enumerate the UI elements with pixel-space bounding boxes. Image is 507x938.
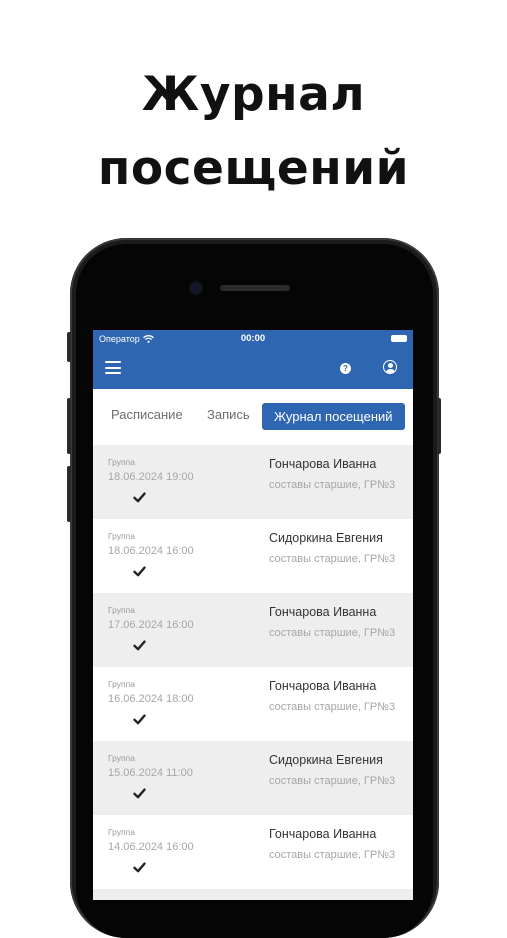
battery-icon (391, 335, 407, 342)
entry-details: составы старшие, ГР№3 (269, 479, 396, 491)
entry-datetime: 16.06.2024 18:00 (108, 693, 194, 705)
app-header: ? (93, 347, 413, 389)
entry-details: составы старшие, ГР№3 (269, 849, 396, 861)
front-camera (190, 282, 202, 294)
entry-name: Гончарова Иванна (269, 679, 377, 693)
checkmark-icon (133, 788, 146, 799)
group-label: Группа (108, 531, 135, 541)
earpiece-speaker (220, 285, 290, 291)
attendance-list: Группа 18.06.2024 19:00 Гончарова Иванна… (93, 445, 413, 900)
status-bar: Оператор 00:00 (93, 330, 413, 347)
entry-name: Сидоркина Евгения (269, 753, 383, 767)
app-screen: Оператор 00:00 ? Расписание Запись Журна… (93, 330, 413, 900)
phone-volume-up (67, 398, 71, 454)
entry-details: составы старшие, ГР№3 (269, 627, 396, 639)
headline-line-1: Журнал (141, 67, 366, 122)
tab-schedule[interactable]: Расписание (111, 405, 183, 425)
entry-datetime: 17.06.2024 16:00 (108, 619, 194, 631)
tab-booking[interactable]: Запись (207, 405, 250, 425)
list-item[interactable]: Группа 14.06.2024 16:00 Гончарова Иванна… (93, 815, 413, 889)
phone-mute-switch (67, 332, 71, 362)
group-label: Группа (108, 753, 135, 763)
list-item[interactable]: Группа 18.06.2024 16:00 Сидоркина Евгени… (93, 519, 413, 593)
entry-datetime: 15.06.2024 11:00 (108, 767, 193, 779)
checkmark-icon (133, 492, 146, 503)
list-item-partial[interactable] (93, 889, 413, 900)
hamburger-menu-icon[interactable] (105, 361, 121, 374)
group-label: Группа (108, 457, 135, 467)
entry-datetime: 18.06.2024 19:00 (108, 471, 194, 483)
entry-name: Гончарова Иванна (269, 457, 377, 471)
headline-line-2: посещений (97, 141, 410, 196)
entry-details: составы старшие, ГР№3 (269, 701, 396, 713)
entry-datetime: 18.06.2024 16:00 (108, 545, 194, 557)
entry-datetime: 14.06.2024 16:00 (108, 841, 194, 853)
group-label: Группа (108, 679, 135, 689)
checkmark-icon (133, 714, 146, 725)
list-item[interactable]: Группа 18.06.2024 19:00 Гончарова Иванна… (93, 445, 413, 519)
entry-details: составы старшие, ГР№3 (269, 775, 396, 787)
entry-name: Гончарова Иванна (269, 605, 377, 619)
help-icon[interactable]: ? (340, 363, 351, 374)
entry-name: Гончарова Иванна (269, 827, 377, 841)
list-item[interactable]: Группа 16.06.2024 18:00 Гончарова Иванна… (93, 667, 413, 741)
tab-bar: Расписание Запись Журнал посещений (93, 389, 413, 445)
tab-attendance-log[interactable]: Журнал посещений (262, 403, 405, 430)
user-profile-icon[interactable] (383, 360, 397, 374)
entry-name: Сидоркина Евгения (269, 531, 383, 545)
checkmark-icon (133, 566, 146, 577)
group-label: Группа (108, 827, 135, 837)
checkmark-icon (133, 862, 146, 873)
status-time: 00:00 (240, 333, 266, 344)
entry-details: составы старшие, ГР№3 (269, 553, 396, 565)
promo-headline: Журнал посещений (0, 58, 507, 206)
group-label: Группа (108, 605, 135, 615)
list-item[interactable]: Группа 15.06.2024 11:00 Сидоркина Евгени… (93, 741, 413, 815)
phone-volume-down (67, 466, 71, 522)
checkmark-icon (133, 640, 146, 651)
list-item[interactable]: Группа 17.06.2024 16:00 Гончарова Иванна… (93, 593, 413, 667)
phone-power-button (437, 398, 441, 454)
